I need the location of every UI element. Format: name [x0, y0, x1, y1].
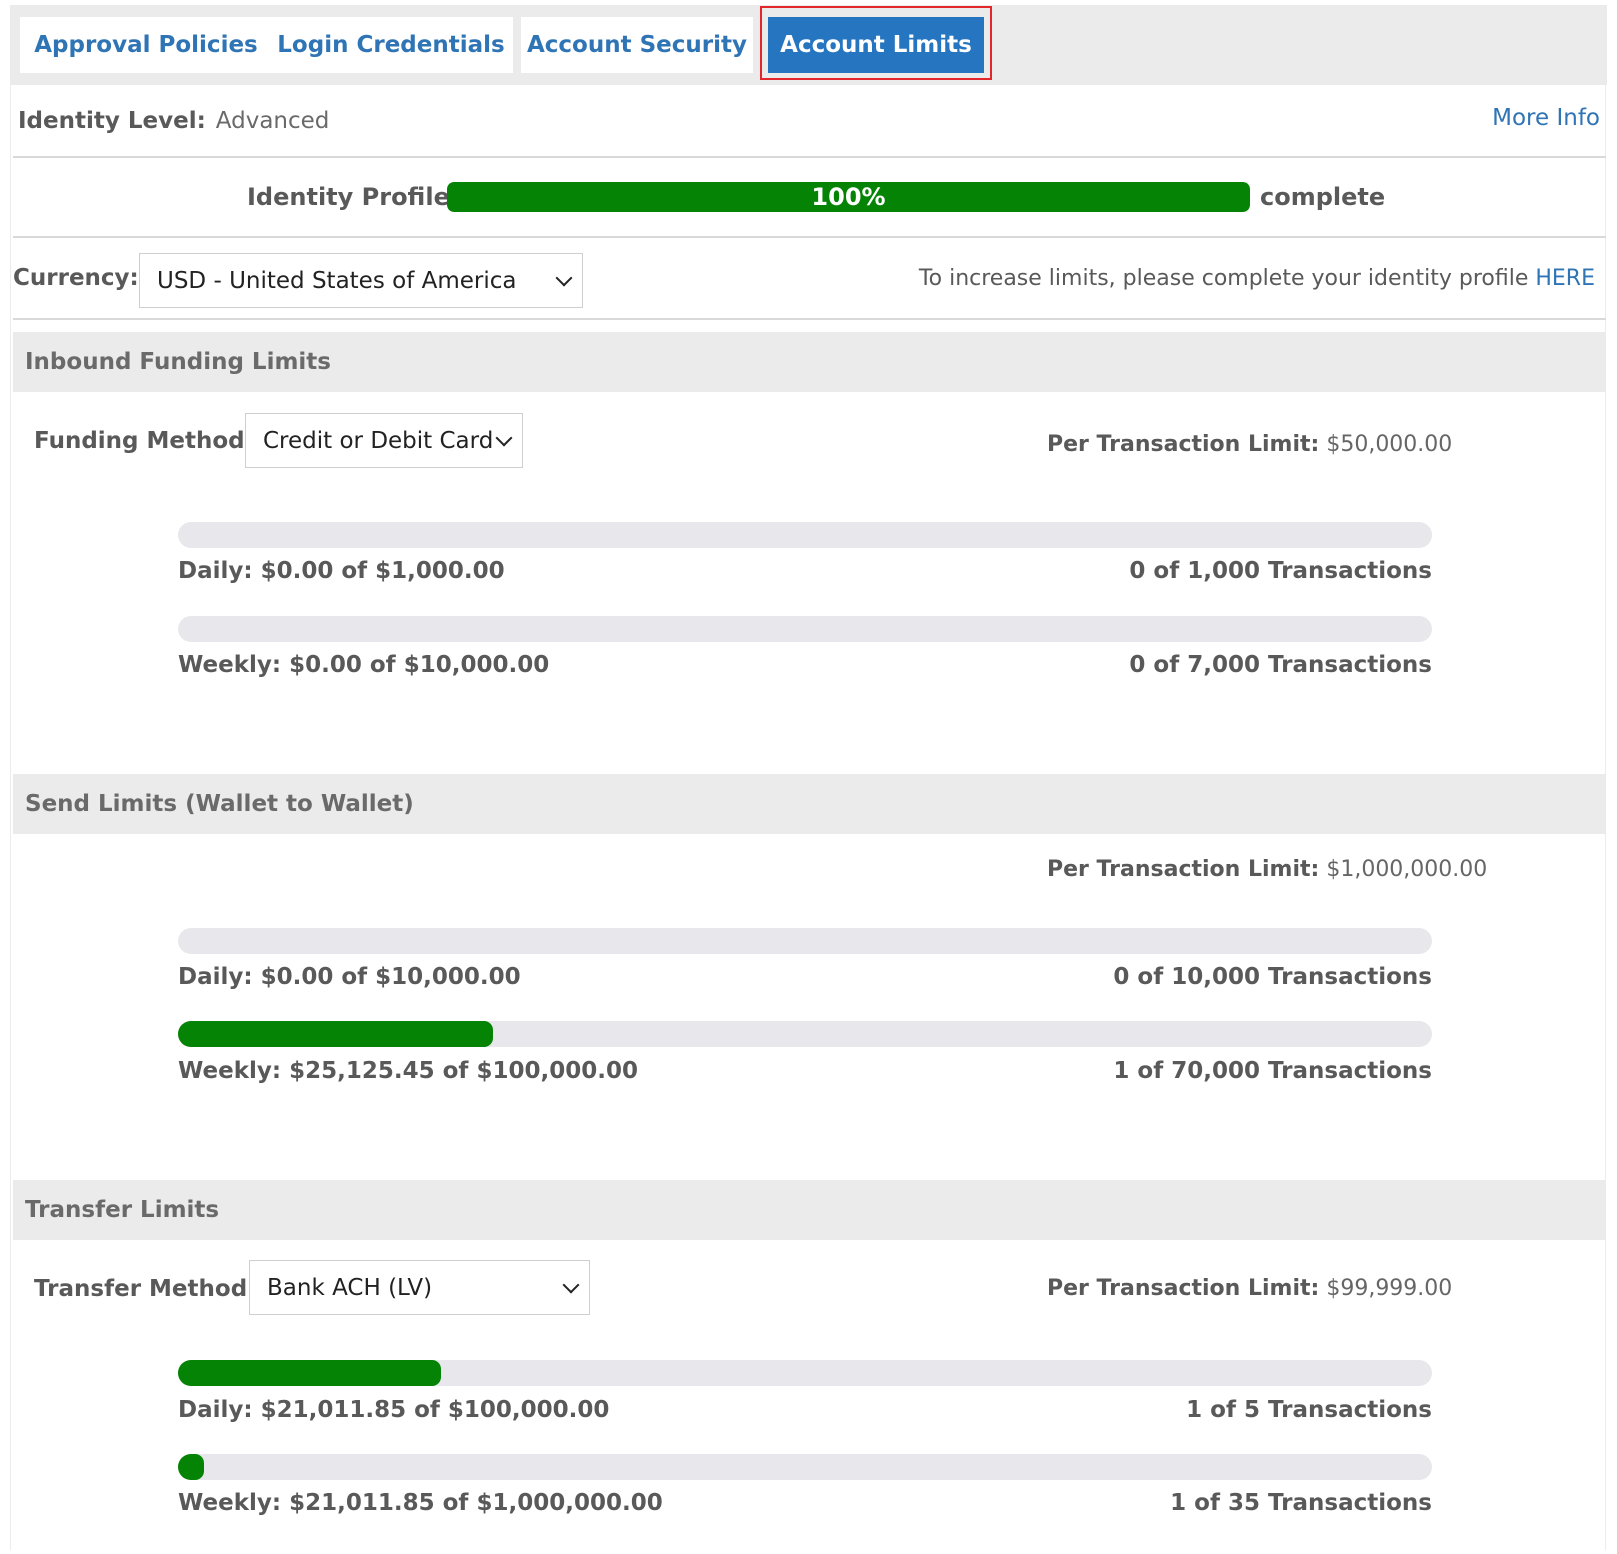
per-transaction-limit-label: Per Transaction Limit: [1047, 1276, 1320, 1301]
identity-level-label: Identity Level: [18, 108, 206, 134]
transfer-daily-progress-bar [178, 1360, 1432, 1386]
send-daily-progress-bar [178, 928, 1432, 954]
increase-limits-link[interactable]: HERE [1535, 266, 1595, 291]
transfer-daily-progress-fill [178, 1360, 442, 1386]
identity-level-value: Advanced [215, 108, 330, 134]
send-weekly-transactions: 1 of 70,000 Transactions [1113, 1058, 1432, 1084]
inbound-weekly-progress-bar [178, 616, 1432, 642]
section-header-inbound-funding: Inbound Funding Limits [13, 332, 1606, 392]
currency-label: Currency: [13, 265, 139, 291]
increase-limits-text: To increase limits, please complete your… [919, 266, 1595, 291]
identity-profile-percent: 100% [811, 183, 886, 211]
send-weekly-progress-bar [178, 1021, 1432, 1047]
currency-select[interactable]: USD - United States of America [139, 253, 583, 308]
divider [13, 236, 1606, 238]
funding-method-label: Funding Method: [34, 428, 254, 454]
send-daily-transactions: 0 of 10,000 Transactions [1113, 964, 1432, 990]
send-weekly-progress-fill [178, 1021, 494, 1047]
inbound-daily-progress-bar [178, 522, 1432, 548]
section-header-send-limits: Send Limits (Wallet to Wallet) [13, 774, 1606, 834]
per-transaction-limit-label: Per Transaction Limit: [1047, 857, 1320, 882]
currency-select-value: USD - United States of America [157, 267, 517, 294]
active-tab-highlight-box [760, 6, 992, 80]
transfer-method-label: Transfer Method: [34, 1276, 257, 1302]
increase-limits-message: To increase limits, please complete your… [918, 266, 1536, 291]
chevron-down-icon [555, 269, 573, 286]
tab-login-credentials[interactable]: Login Credentials [269, 17, 513, 73]
identity-level: Identity Level: Advanced [18, 108, 329, 134]
inbound-daily-amount: Daily: $0.00 of $1,000.00 [178, 558, 505, 584]
tab-approval-policies[interactable]: Approval Policies [20, 17, 272, 73]
divider [13, 318, 1606, 320]
tab-account-security[interactable]: Account Security [521, 17, 753, 73]
per-transaction-limit-label: Per Transaction Limit: [1047, 432, 1320, 457]
per-transaction-limit-value: $1,000,000.00 [1326, 857, 1488, 882]
transfer-method-select-value: Bank ACH (LV) [267, 1274, 433, 1301]
transfer-method-select[interactable]: Bank ACH (LV) [249, 1260, 590, 1315]
chevron-down-icon [562, 1276, 580, 1293]
divider [13, 156, 1606, 158]
transfer-per-transaction-limit: Per Transaction Limit: $99,999.00 [1047, 1276, 1452, 1301]
transfer-daily-amount: Daily: $21,011.85 of $100,000.00 [178, 1397, 610, 1423]
chevron-down-icon [495, 429, 513, 446]
send-daily-amount: Daily: $0.00 of $10,000.00 [178, 964, 521, 990]
inbound-weekly-amount: Weekly: $0.00 of $10,000.00 [178, 652, 550, 678]
transfer-weekly-progress-bar [178, 1454, 1432, 1480]
per-transaction-limit-value: $99,999.00 [1326, 1276, 1453, 1301]
funding-method-select-value: Credit or Debit Card [263, 427, 494, 454]
transfer-weekly-transactions: 1 of 35 Transactions [1170, 1490, 1432, 1516]
identity-profile-label: Identity Profile [247, 183, 450, 211]
per-transaction-limit-value: $50,000.00 [1326, 432, 1453, 457]
inbound-daily-transactions: 0 of 1,000 Transactions [1129, 558, 1432, 584]
inbound-per-transaction-limit: Per Transaction Limit: $50,000.00 [1047, 432, 1452, 457]
transfer-weekly-progress-fill [178, 1454, 205, 1480]
send-weekly-amount: Weekly: $25,125.45 of $100,000.00 [178, 1058, 638, 1084]
transfer-weekly-amount: Weekly: $21,011.85 of $1,000,000.00 [178, 1490, 663, 1516]
send-per-transaction-limit: Per Transaction Limit: $1,000,000.00 [1047, 857, 1487, 882]
funding-method-select[interactable]: Credit or Debit Card [245, 413, 523, 468]
identity-profile-complete-label: complete [1260, 183, 1386, 211]
section-header-transfer-limits: Transfer Limits [13, 1180, 1606, 1240]
inbound-weekly-transactions: 0 of 7,000 Transactions [1129, 652, 1432, 678]
transfer-daily-transactions: 1 of 5 Transactions [1186, 1397, 1432, 1423]
more-info-link[interactable]: More Info [1492, 105, 1600, 131]
